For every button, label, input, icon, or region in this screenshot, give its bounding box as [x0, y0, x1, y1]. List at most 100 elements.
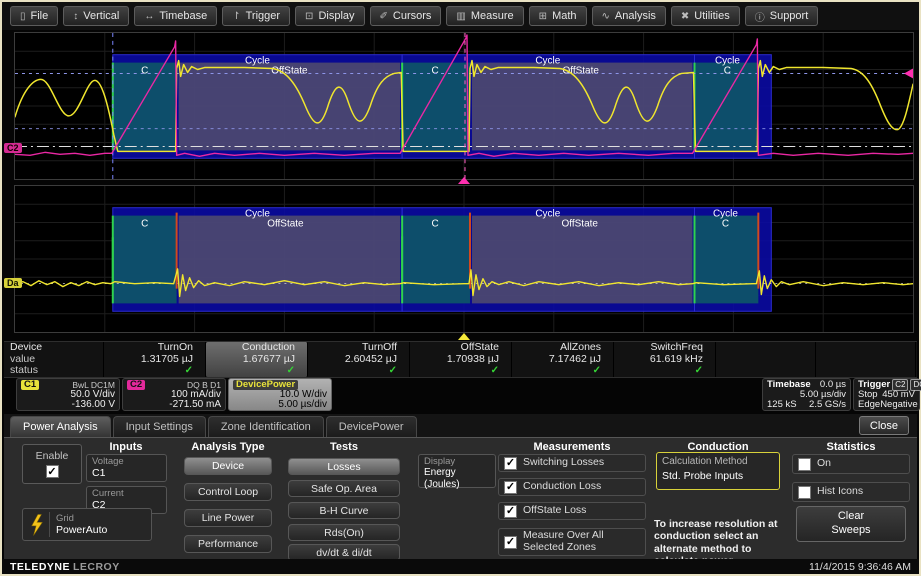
measurement-measure-over-all-selected-zones[interactable]: Measure Over All Selected Zones [498, 528, 646, 556]
menu-utilities[interactable]: ✖Utilities [671, 6, 740, 26]
clear-sweeps-button[interactable]: Clear Sweeps [796, 506, 906, 542]
measure-value: 1.31705 µJ [104, 354, 205, 366]
power-bolt-icon [25, 512, 50, 537]
measure-name: OffState [410, 342, 511, 354]
dialog-content: Inputs Analysis Type Tests Measurements … [4, 437, 917, 561]
test-losses[interactable]: Losses [288, 458, 400, 475]
test-b-h-curve[interactable]: B-H Curve [288, 502, 400, 519]
test-rds-on[interactable]: Rds(On) [288, 524, 400, 541]
waveform-grid-bottom[interactable]: CCycleOffStateCCycleOffStateCycleC [14, 185, 914, 333]
calculation-method-label: Calculation Method [662, 455, 774, 469]
grid-mode-field[interactable]: Grid PowerAuto [22, 508, 152, 541]
menu-trigger[interactable]: ↾Trigger [222, 6, 290, 26]
menu-label: Utilities [694, 10, 729, 22]
stat-on[interactable]: On [792, 454, 910, 474]
measurement-table: DevicevaluestatusTurnOn1.31705 µJ✓Conduc… [4, 341, 917, 378]
measure-value: 61.619 kHz [614, 354, 715, 366]
menu-cursors[interactable]: ✐Cursors [370, 6, 442, 26]
menu-file[interactable]: ▯File [10, 6, 58, 26]
measure-column-allzones[interactable]: AllZones7.17462 µJ✓ [512, 342, 614, 377]
trigger-time-marker[interactable] [458, 177, 470, 184]
display-icon: ⊡ [305, 11, 313, 22]
enable-checkbox[interactable] [46, 465, 59, 478]
current-label: Current [92, 488, 161, 499]
measure-column-conduction[interactable]: Conduction1.67677 µJ✓ [206, 342, 308, 377]
menu-analysis[interactable]: ∿Analysis [592, 6, 666, 26]
measurement-conduction-loss[interactable]: Conduction Loss [498, 478, 646, 496]
menu-timebase[interactable]: ↔Timebase [134, 6, 217, 26]
devicepower-descriptor[interactable]: DevicePower 10.0 W/div 5.00 µs/div [228, 378, 332, 411]
display-value: Energy (Joules) [424, 467, 490, 491]
c1-descriptor[interactable]: C1 BwL DC1M 50.0 V/div -136.00 V [16, 378, 120, 411]
c2-descriptor[interactable]: C2 DQ B D1 100 mA/div -271.50 mA [122, 378, 226, 411]
measurement-checkbox-conduction-loss[interactable] [504, 481, 517, 494]
measure-row-label: value [4, 354, 103, 366]
measure-column-turnon[interactable]: TurnOn1.31705 µJ✓ [104, 342, 206, 377]
measure-value: 1.67677 µJ [206, 354, 307, 366]
menu-measure[interactable]: ▥Measure [446, 6, 523, 26]
calculation-method-value: Std. Probe Inputs [662, 469, 774, 483]
measure-status-ok-icon: ✓ [512, 365, 613, 377]
file-icon: ▯ [20, 11, 26, 22]
svg-text:C: C [724, 65, 731, 76]
timebase-rate: 2.5 GS/s [809, 400, 846, 410]
analysis-type-device[interactable]: Device [184, 457, 272, 475]
measure-column-turnoff[interactable]: TurnOff2.60452 µJ✓ [308, 342, 410, 377]
svg-text:C: C [431, 65, 438, 76]
analysis-type-line-power[interactable]: Line Power [184, 509, 272, 527]
menu-bar: ▯File↕Vertical↔Timebase↾Trigger⊡Display ✐… [2, 2, 919, 30]
calculation-method-field[interactable]: Calculation Method Std. Probe Inputs [656, 452, 780, 490]
measure-icon: ▥ [456, 11, 465, 22]
analysis-type-performance[interactable]: Performance [184, 535, 272, 553]
menu-support[interactable]: ⓘ Support [745, 6, 819, 26]
svg-text:OffState: OffState [267, 218, 304, 229]
menu-math[interactable]: ⊞Math [529, 6, 587, 26]
voltage-input-field[interactable]: Voltage C1 [86, 454, 167, 482]
measurement-checkbox-offstate-loss[interactable] [504, 505, 517, 518]
stat-hist-icons[interactable]: Hist Icons [792, 482, 910, 502]
c2-trace-label[interactable]: C2 [4, 143, 22, 153]
menu-display[interactable]: ⊡Display [295, 6, 364, 26]
dialog-tab-bar: Power AnalysisInput SettingsZone Identif… [4, 414, 917, 437]
measurement-checkbox-switching-losses[interactable] [504, 457, 517, 470]
grid-label: Grid [56, 513, 107, 524]
grid-value: PowerAuto [56, 524, 107, 537]
measure-column-empty[interactable] [816, 342, 916, 377]
measure-value: 7.17462 µJ [512, 354, 613, 366]
support-icon: ⓘ [755, 9, 765, 24]
tab-devicepower[interactable]: DevicePower [326, 416, 417, 437]
measure-status-ok-icon: ✓ [614, 365, 715, 377]
measure-column-switchfreq[interactable]: SwitchFreq61.619 kHz✓ [614, 342, 716, 377]
menu-vertical[interactable]: ↕Vertical [63, 6, 129, 26]
waveform-svg: CCycleOffStateCCycleOffStateCycleC [15, 186, 913, 332]
measurement-offstate-loss[interactable]: OffState Loss [498, 502, 646, 520]
c1-channel-tag: C1 [21, 380, 39, 390]
display-field[interactable]: Display Energy (Joules) [418, 454, 496, 488]
analysis-type-control-loop[interactable]: Control Loop [184, 483, 272, 501]
tab-zone-identification[interactable]: Zone Identification [208, 416, 324, 437]
trigger-descriptor[interactable]: Trigger C2 DC Stop 450 mV Edge Negative [853, 378, 920, 411]
stat-checkbox-on[interactable] [798, 458, 811, 471]
timebase-descriptor[interactable]: Timebase 0.0 µs 5.00 µs/div 125 kS 2.5 G… [762, 378, 851, 411]
tab-input-settings[interactable]: Input Settings [113, 416, 206, 437]
measure-name: TurnOff [308, 342, 409, 354]
timebase-samples: 125 kS [767, 400, 797, 410]
stat-checkbox-hist-icons[interactable] [798, 486, 811, 499]
devicepower-trace-label[interactable]: Da [4, 278, 22, 288]
waveform-grid-top[interactable]: CCycleOffStateCCycleOffStateCycleC [14, 32, 914, 180]
test-safe-op-area[interactable]: Safe Op. Area [288, 480, 400, 497]
power-analysis-dialog: Power AnalysisInput SettingsZone Identif… [4, 414, 917, 561]
measure-column-empty[interactable] [716, 342, 816, 377]
voltage-label: Voltage [92, 456, 161, 467]
close-button[interactable]: Close [859, 416, 909, 435]
trigger-position-marker[interactable] [458, 333, 470, 340]
svg-text:C: C [141, 218, 148, 229]
measure-column-offstate[interactable]: OffState1.70938 µJ✓ [410, 342, 512, 377]
measure-row-labels: Devicevaluestatus [4, 342, 104, 377]
waveform-svg: CCycleOffStateCCycleOffStateCycleC [15, 33, 913, 179]
enable-toggle[interactable]: Enable [22, 444, 82, 484]
measurement-switching-losses[interactable]: Switching Losses [498, 454, 646, 472]
tab-power-analysis[interactable]: Power Analysis [10, 416, 111, 437]
measurement-checkbox-measure-over-all-selected-zones[interactable] [504, 536, 517, 549]
menu-label: Support [770, 10, 809, 22]
